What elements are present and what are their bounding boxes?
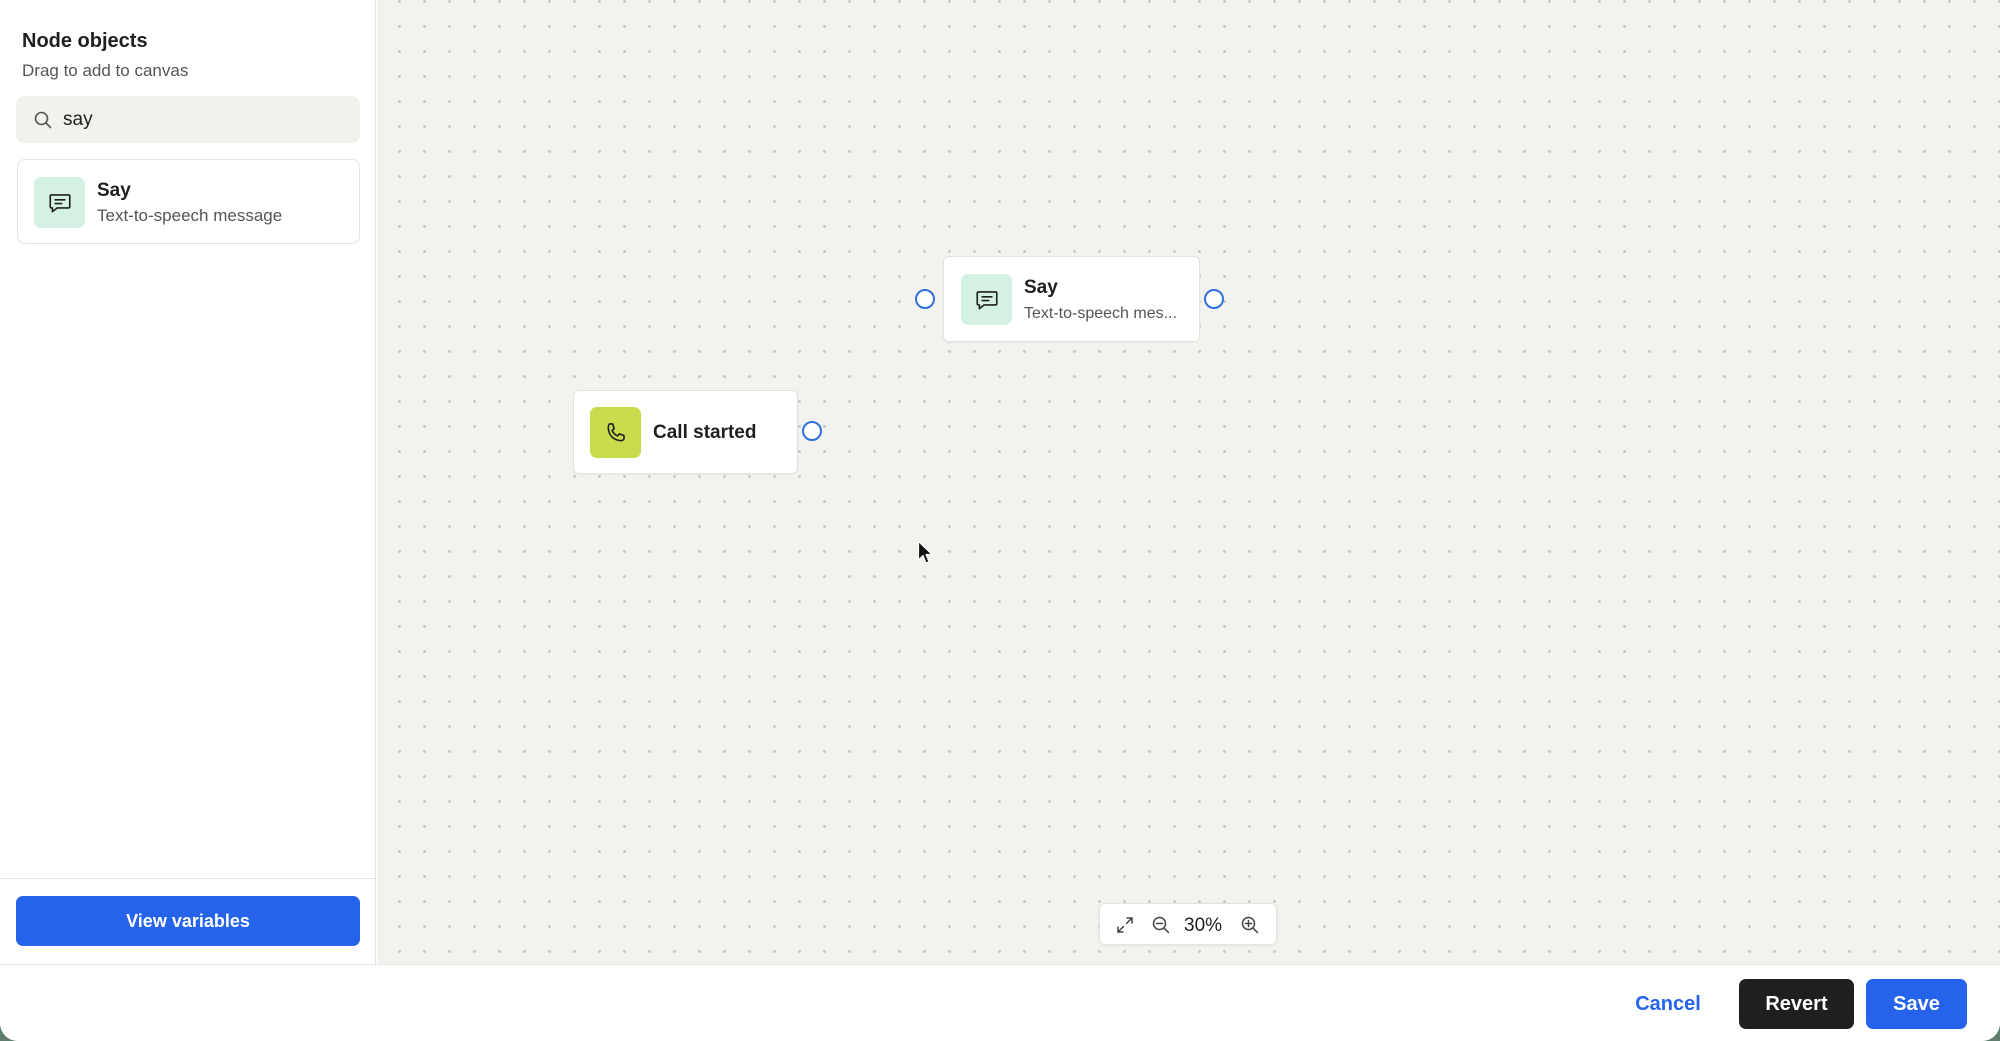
sidebar-divider <box>0 878 376 879</box>
node-object-name: Say <box>97 180 131 201</box>
node-objects-sidebar: Node objects Drag to add to canvas Say T… <box>0 0 376 964</box>
cancel-button[interactable]: Cancel <box>1622 979 1714 1029</box>
chat-bubble-icon <box>48 193 71 212</box>
sidebar-title: Node objects <box>22 30 148 52</box>
zoom-controls: 30% <box>1099 903 1277 945</box>
zoom-out-icon[interactable] <box>1151 915 1171 935</box>
mouse-cursor-icon <box>917 540 933 564</box>
flow-editor-window: Node objects Drag to add to canvas Say T… <box>0 0 2000 1041</box>
canvas-node-call-started[interactable]: Call started <box>573 390 798 474</box>
editor-footer: Cancel Revert Save <box>0 964 2000 1041</box>
phone-icon <box>606 422 625 442</box>
canvas-node-description: Text-to-speech mes... <box>1024 305 1177 322</box>
save-button[interactable]: Save <box>1866 979 1967 1029</box>
say-node-output-port[interactable] <box>1204 289 1224 309</box>
zoom-level: 30% <box>1184 915 1223 936</box>
say-node-input-port[interactable] <box>915 289 935 309</box>
say-node-icon-tile <box>34 177 85 228</box>
say-node-icon-tile <box>961 274 1012 325</box>
search-box[interactable] <box>16 96 360 143</box>
zoom-in-icon[interactable] <box>1240 915 1260 935</box>
revert-button[interactable]: Revert <box>1739 979 1854 1029</box>
flow-canvas[interactable]: Say Text-to-speech mes... Call started 3… <box>377 0 2000 964</box>
call-started-icon-tile <box>590 407 641 458</box>
node-object-description: Text-to-speech message <box>97 206 283 225</box>
search-icon <box>34 111 52 129</box>
canvas-node-name: Say <box>1024 277 1058 298</box>
search-input[interactable] <box>63 96 343 143</box>
node-object-say[interactable]: Say Text-to-speech message <box>17 159 360 244</box>
canvas-node-name: Call started <box>653 422 757 443</box>
chat-bubble-icon <box>975 290 998 309</box>
view-variables-button[interactable]: View variables <box>16 896 360 946</box>
canvas-node-say[interactable]: Say Text-to-speech mes... <box>943 256 1200 342</box>
fit-view-icon[interactable] <box>1115 915 1135 935</box>
call-started-output-port[interactable] <box>802 421 822 441</box>
sidebar-subtitle: Drag to add to canvas <box>22 61 189 80</box>
